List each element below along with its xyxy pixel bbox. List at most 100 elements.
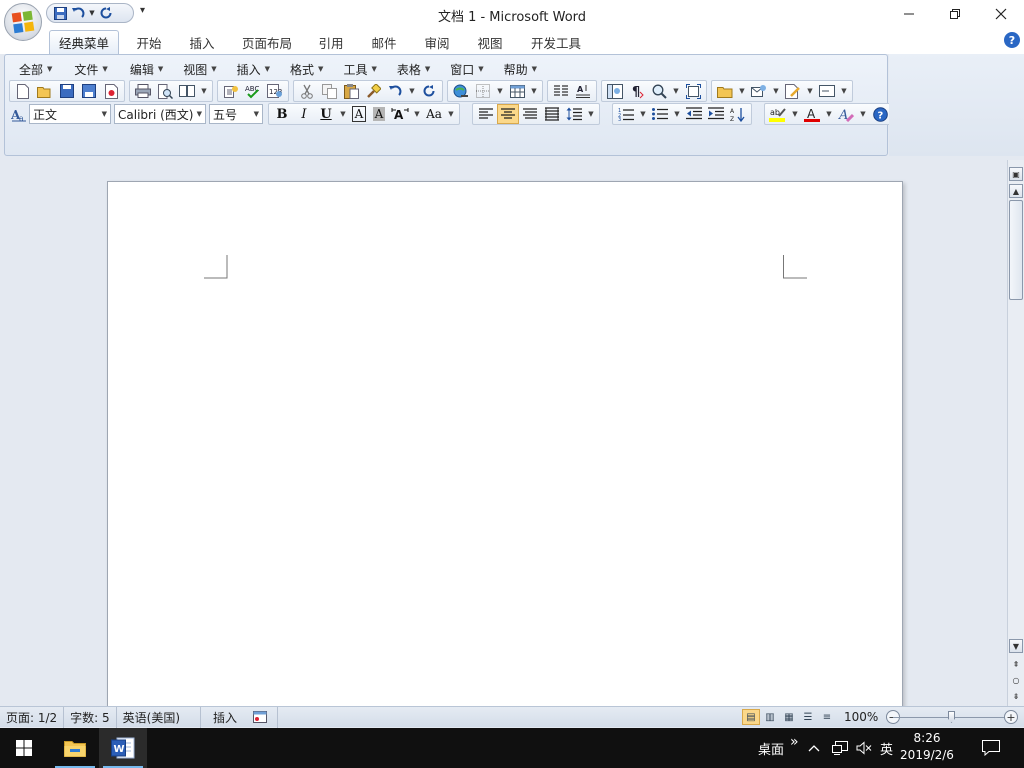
draft-view-icon[interactable]: ≡ — [818, 709, 836, 725]
full-screen-icon[interactable] — [682, 81, 704, 101]
outline-view-icon[interactable]: ☰ — [799, 709, 817, 725]
tab-developer[interactable]: 开发工具 — [522, 30, 590, 54]
customize-qat-icon[interactable]: ▾ — [140, 5, 145, 16]
tab-review[interactable]: 审阅 — [415, 30, 459, 54]
toolbar-chevron-icon[interactable]: » — [790, 722, 799, 762]
open-folder-icon[interactable] — [34, 81, 56, 101]
scroll-up-button[interactable]: ▲ — [1009, 184, 1023, 198]
menu-table[interactable]: 表格 ▼ — [389, 59, 438, 79]
print-layout-view-icon[interactable]: ▤ — [742, 709, 760, 725]
menu-insert[interactable]: 插入 ▼ — [229, 59, 278, 79]
chevron-down-icon[interactable]: ▼ — [528, 81, 540, 101]
menu-tools[interactable]: 工具 ▼ — [335, 59, 384, 79]
save-as-icon[interactable] — [78, 81, 100, 101]
chevron-down-icon[interactable]: ▼ — [838, 81, 850, 101]
sort-icon[interactable]: AZ — [727, 104, 749, 124]
document-page[interactable] — [107, 181, 903, 721]
align-left-icon[interactable] — [475, 104, 497, 124]
bullets-icon[interactable] — [649, 104, 671, 124]
clock[interactable]: 8:26 2019/2/6 — [896, 730, 958, 766]
save-icon[interactable] — [56, 81, 78, 101]
character-border-button[interactable]: A — [349, 104, 369, 124]
research-icon[interactable] — [220, 81, 242, 101]
volume-muted-icon[interactable] — [856, 728, 872, 768]
hyperlink-icon[interactable] — [450, 81, 472, 101]
folder-icon[interactable] — [714, 81, 736, 101]
numbering-icon[interactable]: 123 — [615, 104, 637, 124]
vertical-scrollbar[interactable]: ▣ ▲ ▼ ⇞ ○ ⇟ — [1007, 160, 1024, 706]
action-center-icon[interactable] — [982, 728, 1000, 768]
justify-icon[interactable] — [541, 104, 563, 124]
close-button[interactable] — [978, 0, 1024, 28]
text-direction-icon[interactable]: A — [572, 81, 594, 101]
table-icon[interactable] — [506, 81, 528, 101]
chevron-down-icon[interactable]: ▼ — [494, 81, 506, 101]
style-combo[interactable]: 正文 ▼ — [29, 104, 111, 124]
print-icon[interactable] — [132, 81, 154, 101]
line-spacing-icon[interactable] — [563, 104, 585, 124]
tab-classic-menu[interactable]: 经典菜单 — [49, 30, 119, 54]
form-field-icon[interactable] — [816, 81, 838, 101]
menu-view[interactable]: 视图 ▼ — [175, 59, 224, 79]
chevron-down-icon[interactable]: ▼ — [670, 81, 682, 101]
chevron-down-icon[interactable]: ▼ — [585, 104, 597, 124]
undo-dropdown-icon[interactable]: ▼ — [88, 5, 96, 21]
chevron-down-icon[interactable]: ▼ — [857, 104, 869, 124]
bold-button[interactable]: B — [271, 104, 293, 124]
page-counter[interactable]: 页面: 1/2 — [0, 706, 65, 728]
menu-help[interactable]: 帮助 ▼ — [496, 59, 545, 79]
undo-icon[interactable] — [384, 81, 406, 101]
highlight-icon[interactable]: ab — [767, 104, 789, 124]
chevron-down-icon[interactable]: ▼ — [736, 81, 748, 101]
paste-icon[interactable] — [340, 81, 362, 101]
menu-edit[interactable]: 编辑 ▼ — [122, 59, 171, 79]
print-preview-icon[interactable] — [154, 81, 176, 101]
next-page-icon[interactable]: ⇟ — [1009, 689, 1023, 703]
help-icon[interactable]: ? — [869, 104, 891, 124]
zoom-icon[interactable] — [648, 81, 670, 101]
chevron-down-icon[interactable]: ▼ — [770, 81, 782, 101]
previous-page-icon[interactable]: ⇞ — [1009, 657, 1023, 671]
tab-mailings[interactable]: 邮件 — [362, 30, 406, 54]
chevron-down-icon[interactable]: ▼ — [337, 104, 349, 124]
office-button[interactable] — [4, 3, 42, 41]
word-count-icon[interactable]: 123 — [264, 81, 286, 101]
minimize-button[interactable] — [886, 0, 932, 28]
save-icon[interactable] — [52, 5, 68, 21]
spelling-grammar-icon[interactable]: ABC — [242, 81, 264, 101]
show-hide-icon[interactable]: ¶ — [626, 81, 648, 101]
character-shading-button[interactable]: A — [369, 104, 389, 124]
undo-icon[interactable] — [70, 5, 86, 21]
cut-icon[interactable] — [296, 81, 318, 101]
decrease-indent-icon[interactable] — [683, 104, 705, 124]
zoom-level[interactable]: 100% — [844, 710, 878, 724]
redo-icon[interactable] — [418, 81, 440, 101]
zoom-slider-thumb[interactable] — [948, 711, 955, 723]
start-button[interactable] — [0, 728, 48, 768]
restore-button[interactable] — [932, 0, 978, 28]
send-icon[interactable] — [748, 81, 770, 101]
font-size-combo[interactable]: 五号 ▼ — [209, 104, 263, 124]
chevron-down-icon[interactable]: ▼ — [823, 104, 835, 124]
insert-mode[interactable]: 插入 — [201, 707, 253, 728]
new-document-icon[interactable] — [12, 81, 34, 101]
align-center-icon[interactable] — [497, 104, 519, 124]
redo-icon[interactable] — [98, 5, 114, 21]
language[interactable]: 英语(美国) — [117, 706, 202, 728]
font-color-icon[interactable]: A — [801, 104, 823, 124]
align-right-icon[interactable] — [519, 104, 541, 124]
zoom-in-button[interactable]: + — [1004, 710, 1018, 724]
format-painter-icon[interactable] — [362, 81, 384, 101]
chevron-down-icon[interactable]: ▼ — [789, 104, 801, 124]
chevron-down-icon[interactable]: ▼ — [406, 81, 418, 101]
scroll-thumb[interactable] — [1009, 200, 1023, 300]
change-case-button[interactable]: Aa — [423, 104, 445, 124]
tab-references[interactable]: 引用 — [309, 30, 353, 54]
document-map-icon[interactable] — [604, 81, 626, 101]
columns-icon[interactable] — [550, 81, 572, 101]
chevron-down-icon[interactable]: ▼ — [671, 104, 683, 124]
borders-icon[interactable] — [472, 81, 494, 101]
clear-formatting-icon[interactable]: A — [835, 104, 857, 124]
full-screen-reading-view-icon[interactable]: ▥ — [761, 709, 779, 725]
font-combo[interactable]: Calibri (西文) ▼ — [114, 104, 206, 124]
